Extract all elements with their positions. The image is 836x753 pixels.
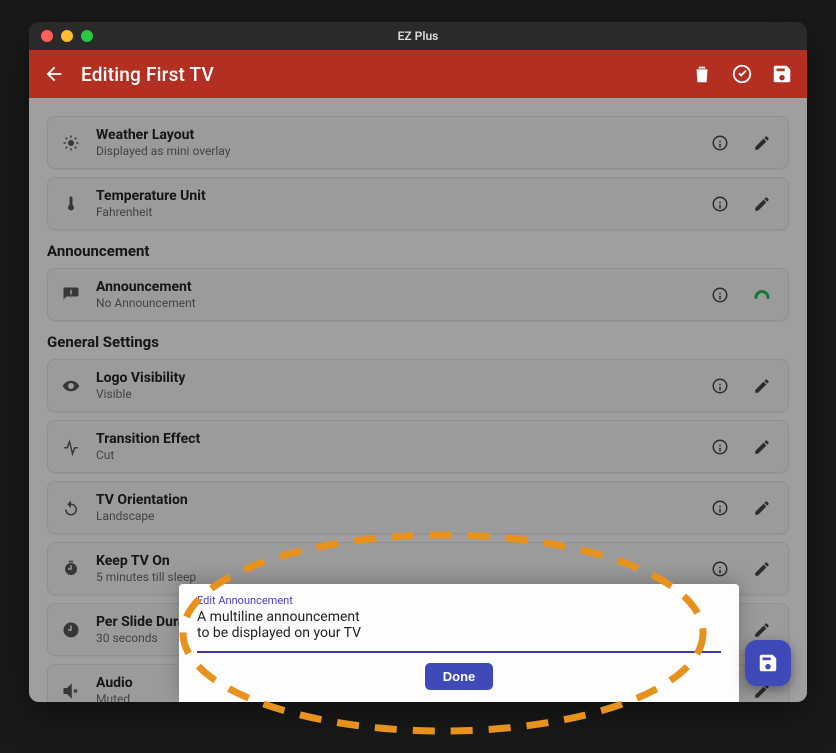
save-button[interactable] [769, 61, 795, 87]
app-window: EZ Plus Editing First TV Weather LayoutD… [29, 22, 807, 702]
delete-button[interactable] [689, 61, 715, 87]
content-area: Weather LayoutDisplayed as mini overlay … [29, 98, 807, 702]
done-button[interactable]: Done [425, 663, 494, 690]
page-title: Editing First TV [81, 63, 214, 86]
approve-button[interactable] [729, 61, 755, 87]
app-bar: Editing First TV [29, 50, 807, 98]
back-button[interactable] [41, 61, 67, 87]
save-fab[interactable] [745, 640, 791, 686]
announcement-textarea[interactable]: A multiline announcement to be displayed… [197, 609, 721, 653]
titlebar: EZ Plus [29, 22, 807, 50]
edit-announcement-sheet: Edit Announcement A multiline announceme… [179, 584, 739, 702]
window-title: EZ Plus [29, 29, 807, 43]
sheet-field-label: Edit Announcement [197, 594, 721, 607]
